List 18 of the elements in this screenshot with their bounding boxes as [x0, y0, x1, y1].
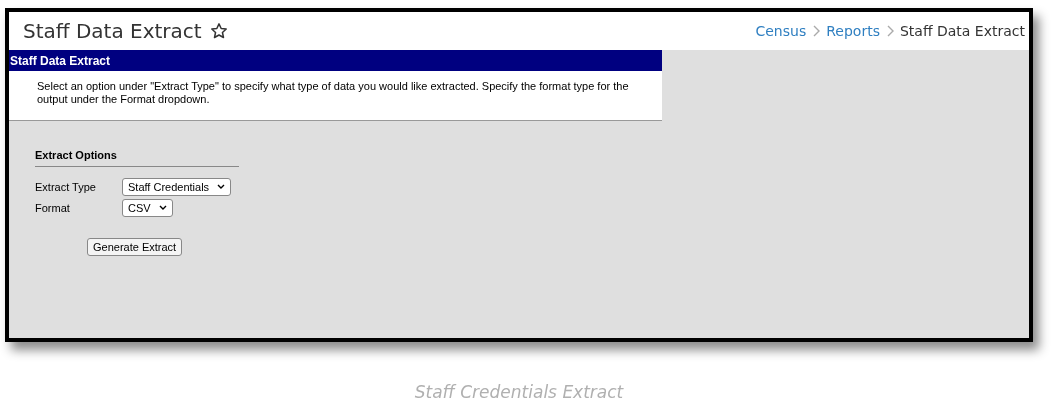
page-title: Staff Data Extract	[23, 19, 202, 43]
breadcrumb-current: Staff Data Extract	[899, 23, 1025, 39]
panel-title: Staff Data Extract	[9, 50, 662, 71]
star-icon[interactable]	[209, 22, 228, 40]
section-title: Extract Options	[35, 149, 239, 167]
dropdown[interactable]: CSV	[122, 198, 173, 217]
dropdown[interactable]: Staff Credentials	[122, 177, 232, 196]
caret-icon	[158, 204, 167, 211]
field-label: Format	[35, 201, 71, 214]
generate-button[interactable]: Generate Extract	[87, 238, 183, 256]
chevron-right-icon	[885, 25, 894, 37]
caret-icon	[217, 183, 226, 190]
field-label: Extract Type	[35, 180, 97, 193]
chevron-right-icon	[812, 25, 821, 37]
breadcrumb-link[interactable]: Reports	[826, 23, 880, 39]
breadcrumb-link[interactable]: Census	[755, 23, 807, 39]
image-caption: Staff Credentials Extract	[413, 382, 625, 402]
panel-description: Select an option under "Extract Type" to specify what type of data you would like extracted. Specify the format type for the output under the Format dropdown.	[36, 79, 630, 107]
